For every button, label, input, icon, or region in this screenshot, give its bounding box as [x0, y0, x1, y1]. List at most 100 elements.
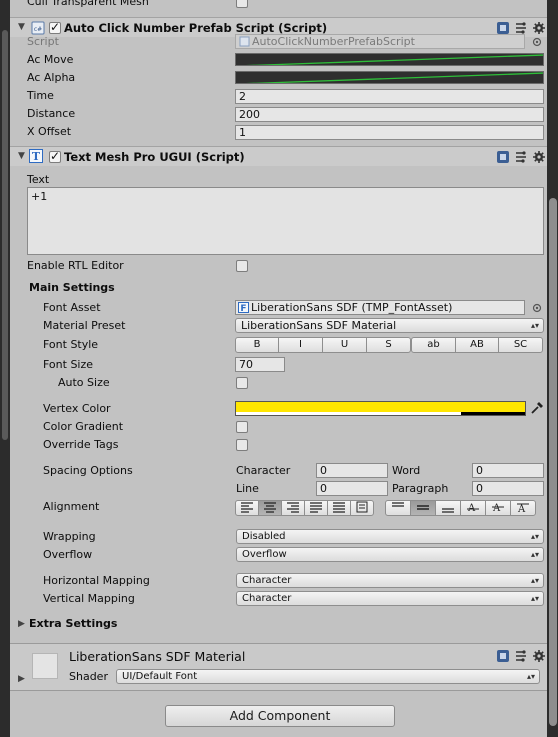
shader-label: Shader [69, 670, 108, 683]
override-tags-label: Override Tags [43, 438, 119, 451]
strikethrough-button[interactable]: S [366, 337, 411, 353]
dropdown-arrow-icon: ▴▾ [530, 576, 539, 585]
x-offset-field[interactable]: 1 [235, 125, 544, 140]
foldout-arrow-icon[interactable]: ▼ [18, 22, 25, 32]
time-label: Time [27, 89, 54, 102]
distance-field[interactable]: 200 [235, 107, 544, 122]
align-capline-icon[interactable]: A [510, 500, 536, 516]
gear-icon[interactable] [532, 21, 546, 35]
align-midline-icon[interactable]: A [485, 500, 511, 516]
overflow-label: Overflow [43, 548, 93, 561]
book-help-icon[interactable] [496, 150, 510, 164]
material-foldout-arrow-icon[interactable]: ▶ [18, 674, 25, 684]
align-top-icon[interactable] [385, 500, 411, 516]
wrapping-label: Wrapping [43, 530, 96, 543]
vertical-alignment-group: A A A [385, 500, 536, 516]
tmp-enabled-checkbox[interactable] [49, 149, 61, 163]
vertical-mapping-label: Vertical Mapping [43, 592, 135, 605]
auto-size-label: Auto Size [58, 376, 110, 389]
line-spacing-field[interactable]: 0 [316, 481, 388, 496]
vertical-mapping-dropdown[interactable]: Character ▴▾ [236, 591, 544, 606]
gear-icon[interactable] [532, 649, 546, 663]
rtl-label: Enable RTL Editor [27, 259, 124, 272]
auto-click-enabled-checkbox[interactable] [49, 20, 61, 34]
overflow-value: Overflow [242, 549, 287, 560]
align-right-icon[interactable] [281, 500, 305, 516]
horizontal-mapping-dropdown[interactable]: Character ▴▾ [236, 573, 544, 588]
time-field[interactable]: 2 [235, 89, 544, 104]
bold-button[interactable]: B [235, 337, 279, 353]
extra-settings-heading[interactable]: Extra Settings [29, 617, 117, 631]
shader-dropdown[interactable]: UI/Default Font ▴▾ [116, 669, 540, 684]
align-left-icon[interactable] [235, 500, 259, 516]
auto-click-title: Auto Click Number Prefab Script (Script) [64, 21, 328, 35]
dropdown-arrow-icon: ▴▾ [530, 321, 539, 330]
main-settings-heading: Main Settings [29, 281, 115, 294]
preset-icon[interactable] [514, 649, 528, 663]
scrollbar-thumb[interactable] [549, 198, 557, 726]
cull-transparent-checkbox[interactable] [236, 0, 248, 8]
script-field[interactable]: AutoClickNumberPrefabScript [235, 34, 525, 49]
book-help-icon[interactable] [496, 649, 510, 663]
lowercase-button[interactable]: ab [411, 337, 456, 353]
font-asset-field[interactable]: F LiberationSans SDF (TMP_FontAsset) [235, 300, 525, 315]
vertical-mapping-value: Character [242, 593, 292, 604]
vertex-color-swatch[interactable] [235, 401, 526, 416]
text-area[interactable]: +1 [27, 187, 544, 255]
dropdown-arrow-icon: ▴▾ [526, 672, 535, 681]
overflow-dropdown[interactable]: Overflow ▴▾ [236, 547, 544, 562]
character-spacing-field[interactable]: 0 [316, 463, 388, 478]
horizontal-mapping-label: Horizontal Mapping [43, 574, 150, 587]
font-style-group-a: B I U S [235, 337, 411, 353]
word-spacing-field[interactable]: 0 [472, 463, 544, 478]
eyedropper-icon[interactable] [529, 400, 544, 416]
extra-settings-arrow-icon[interactable]: ▶ [18, 619, 25, 629]
smallcaps-button[interactable]: SC [498, 337, 543, 353]
align-justified-icon[interactable] [304, 500, 328, 516]
material-section: ▶ LiberationSans SDF Material Shader UI/… [10, 644, 547, 690]
gear-icon[interactable] [532, 150, 546, 164]
rtl-checkbox[interactable] [236, 260, 248, 272]
font-size-field[interactable]: 70 [235, 357, 285, 372]
color-gradient-label: Color Gradient [43, 420, 124, 433]
color-gradient-checkbox[interactable] [236, 421, 248, 433]
paragraph-spacing-field[interactable]: 0 [472, 481, 544, 496]
svg-text:F: F [240, 304, 246, 313]
shader-value: UI/Default Font [122, 671, 198, 682]
material-preset-dropdown[interactable]: LiberationSans SDF Material ▴▾ [235, 318, 544, 333]
x-offset-label: X Offset [27, 125, 72, 138]
wrapping-dropdown[interactable]: Disabled ▴▾ [236, 529, 544, 544]
foldout-arrow-icon[interactable]: ▼ [18, 151, 25, 161]
underline-button[interactable]: U [322, 337, 367, 353]
dropdown-arrow-icon: ▴▾ [530, 532, 539, 541]
cull-transparent-label: Cull Transparent Mesh [27, 0, 149, 8]
ac-move-curve[interactable] [235, 53, 544, 66]
preset-icon[interactable] [514, 21, 528, 35]
add-component-button[interactable]: Add Component [165, 705, 395, 727]
book-help-icon[interactable] [496, 21, 510, 35]
dropdown-arrow-icon: ▴▾ [530, 550, 539, 559]
font-style-group-b: ab AB SC [411, 337, 543, 353]
ac-move-curve-line [245, 54, 543, 65]
ac-alpha-curve[interactable] [235, 71, 544, 84]
vertex-color-label: Vertex Color [43, 402, 111, 415]
object-picker-icon[interactable] [532, 37, 542, 47]
line-spacing-label: Line [236, 482, 259, 495]
align-center-icon[interactable] [258, 500, 282, 516]
left-scrollbar[interactable] [2, 30, 8, 440]
align-baseline-icon[interactable]: A [460, 500, 486, 516]
override-tags-checkbox[interactable] [236, 439, 248, 451]
align-flush-icon[interactable] [327, 500, 351, 516]
italic-button[interactable]: I [278, 337, 323, 353]
font-asset-value: LiberationSans SDF (TMP_FontAsset) [251, 301, 453, 314]
script-label: Script [27, 35, 59, 48]
tmp-header[interactable]: ▼ T Text Mesh Pro UGUI (Script) [10, 146, 547, 166]
uppercase-button[interactable]: AB [455, 337, 499, 353]
auto-size-checkbox[interactable] [236, 377, 248, 389]
preset-icon[interactable] [514, 150, 528, 164]
align-bottom-icon[interactable] [435, 500, 461, 516]
object-picker-icon[interactable] [532, 303, 542, 313]
svg-text:T: T [32, 150, 41, 163]
align-geometry-center-icon[interactable] [350, 500, 374, 516]
align-middle-icon[interactable] [410, 500, 436, 516]
